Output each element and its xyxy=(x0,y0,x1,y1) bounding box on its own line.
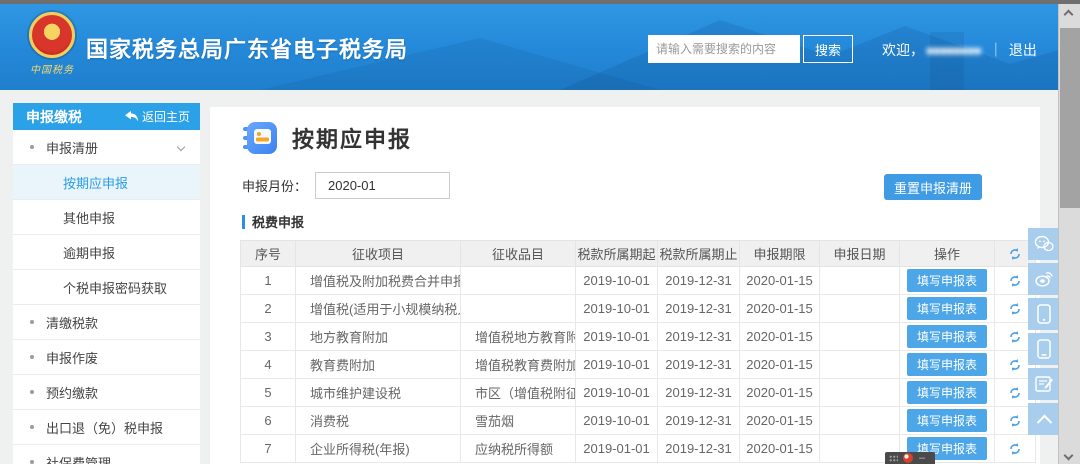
sidebar-item-export-refund[interactable]: 出口退（免）税申报 xyxy=(13,410,200,445)
table-row: 1 增值税及附加税费合并申报 2019-10-01 2019-12-31 202… xyxy=(241,267,1036,295)
welcome-separator: ｜ xyxy=(989,40,1003,60)
fill-declaration-form-button[interactable]: 填写申报表 xyxy=(907,353,987,376)
weibo-icon[interactable] xyxy=(1028,263,1060,295)
sidebar-item-periodic-declaration[interactable]: 按期应申报 xyxy=(13,165,200,200)
bullet-icon xyxy=(30,145,34,149)
chevron-down-icon xyxy=(1064,451,1074,461)
sidebar-item-other-declaration[interactable]: 其他申报 xyxy=(13,200,200,235)
fill-declaration-form-button[interactable]: 填写申报表 xyxy=(907,269,987,292)
table-row: 5 城市维护建设税 市区（增值税附征） 2019-10-01 2019-12-3… xyxy=(241,379,1036,407)
chevron-up-icon xyxy=(1036,414,1052,430)
refresh-icon[interactable] xyxy=(1008,386,1022,400)
declare-month-input[interactable] xyxy=(315,172,450,199)
national-emblem-icon: ★ xyxy=(29,12,75,58)
bullet-icon xyxy=(30,425,34,429)
sidebar-item-pay-tax[interactable]: 清缴税款 xyxy=(13,305,200,340)
floating-share-bar xyxy=(1028,228,1060,438)
declaration-table-wrap: 序号 征收项目 征收品目 税款所属期起 税款所属期止 申报期限 申报日期 操作 … xyxy=(240,240,1035,463)
refresh-icon[interactable] xyxy=(1008,247,1022,261)
page-title: 按期应申报 xyxy=(292,122,412,154)
scrollbar-down-button[interactable] xyxy=(1059,446,1080,464)
sidebar-title: 申报缴税 xyxy=(26,107,125,127)
sidebar-item-tax-password[interactable]: 个税申报密码获取 xyxy=(13,270,200,305)
mobile-app-icon[interactable] xyxy=(1028,298,1060,330)
scrollbar-thumb[interactable] xyxy=(1060,28,1080,208)
refresh-icon[interactable] xyxy=(1008,442,1022,456)
section-accent-bar xyxy=(242,215,245,229)
filter-label: 申报月份： xyxy=(242,176,307,195)
reply-arrow-icon xyxy=(125,111,138,122)
fill-declaration-form-button[interactable]: 填写申报表 xyxy=(907,381,987,404)
sidebar-item-void-declaration[interactable]: 申报作废 xyxy=(13,340,200,375)
minimize-icon[interactable]: – xyxy=(919,453,925,463)
sidebar-header: 申报缴税 返回主页 xyxy=(13,103,200,130)
user-welcome-area: 欢迎， ■■■■■■■■ ｜ 退出 xyxy=(882,40,1037,60)
refresh-icon[interactable] xyxy=(1008,330,1022,344)
site-title: 国家税务总局广东省电子税务局 xyxy=(86,32,408,64)
capture-app-logo-icon xyxy=(903,453,913,463)
refresh-icon[interactable] xyxy=(1008,302,1022,316)
reset-declaration-list-button[interactable]: 重置申报清册 xyxy=(884,174,982,200)
scrollbar-up-button[interactable] xyxy=(1059,4,1080,22)
username-masked: ■■■■■■■■ xyxy=(926,43,981,58)
sidebar-item-social-insurance[interactable]: 社保费管理 xyxy=(13,445,200,464)
window-top-edge xyxy=(0,0,1080,4)
fill-declaration-form-button[interactable]: 填写申报表 xyxy=(907,297,987,320)
fill-declaration-form-button[interactable]: 填写申报表 xyxy=(907,325,987,348)
table-row: 6 消费税 雪茄烟 2019-10-01 2019-12-31 2020-01-… xyxy=(241,407,1036,435)
wechat-icon[interactable] xyxy=(1028,228,1060,260)
sidebar-item-declare-register[interactable]: 申报清册 xyxy=(13,130,200,165)
logout-link[interactable]: 退出 xyxy=(1009,40,1037,60)
filter-row: 申报月份： xyxy=(242,172,450,199)
fill-declaration-form-button[interactable]: 填写申报表 xyxy=(907,409,987,432)
drag-handle-icon[interactable] xyxy=(889,455,898,462)
search-button[interactable]: 搜索 xyxy=(803,35,853,63)
bullet-icon xyxy=(30,355,34,359)
back-to-home-link[interactable]: 返回主页 xyxy=(125,108,190,125)
search-input[interactable] xyxy=(648,35,800,63)
header-search: 搜索 xyxy=(648,35,853,63)
chevron-up-icon xyxy=(1064,10,1074,20)
welcome-prefix: 欢迎， xyxy=(882,40,924,60)
refresh-icon[interactable] xyxy=(1008,414,1022,428)
survey-icon[interactable] xyxy=(1028,368,1060,400)
sidebar-menu: 申报缴税 返回主页 申报清册 按期应申报 其他申报 逾期申报 个税申报密码获取 … xyxy=(13,103,200,464)
bullet-icon xyxy=(30,320,34,324)
notebook-icon xyxy=(242,120,278,156)
refresh-icon[interactable] xyxy=(1008,358,1022,372)
table-row: 2 增值税(适用于小规模纳税人) 2019-10-01 2019-12-31 2… xyxy=(241,295,1036,323)
bullet-icon xyxy=(30,390,34,394)
table-row: 3 地方教育附加 增值税地方教育附加 2019-10-01 2019-12-31… xyxy=(241,323,1036,351)
capture-toolbar[interactable]: – xyxy=(885,452,935,464)
chevron-down-icon xyxy=(177,143,185,151)
mobile-site-icon[interactable] xyxy=(1028,333,1060,365)
table-header-row: 序号 征收项目 征收品目 税款所属期起 税款所属期止 申报期限 申报日期 操作 xyxy=(241,241,1036,267)
refresh-icon[interactable] xyxy=(1008,274,1022,288)
sidebar-item-overdue-declaration[interactable]: 逾期申报 xyxy=(13,235,200,270)
declaration-table: 序号 征收项目 征收品目 税款所属期起 税款所属期止 申报期限 申报日期 操作 … xyxy=(240,240,1036,463)
site-header: ★ 中国税务 国家税务总局广东省电子税务局 搜索 欢迎， ■■■■■■■■ ｜ … xyxy=(0,4,1080,90)
browser-scrollbar[interactable] xyxy=(1058,4,1080,464)
back-to-top-icon[interactable] xyxy=(1028,403,1060,435)
section-title: 税费申报 xyxy=(252,212,304,231)
bullet-icon xyxy=(30,460,34,464)
tax-bureau-logo: ★ 中国税务 xyxy=(20,12,84,76)
page-header: 按期应申报 xyxy=(242,120,412,156)
section-header: 税费申报 xyxy=(242,212,304,231)
sidebar-item-appointment-payment[interactable]: 预约缴款 xyxy=(13,375,200,410)
main-panel: 按期应申报 申报月份： 重置申报清册 税费申报 序号 征收项目 征收品目 税款所… xyxy=(210,107,1040,464)
table-row: 4 教育费附加 增值税教育费附加 2019-10-01 2019-12-31 2… xyxy=(241,351,1036,379)
logo-caption: 中国税务 xyxy=(20,61,84,76)
